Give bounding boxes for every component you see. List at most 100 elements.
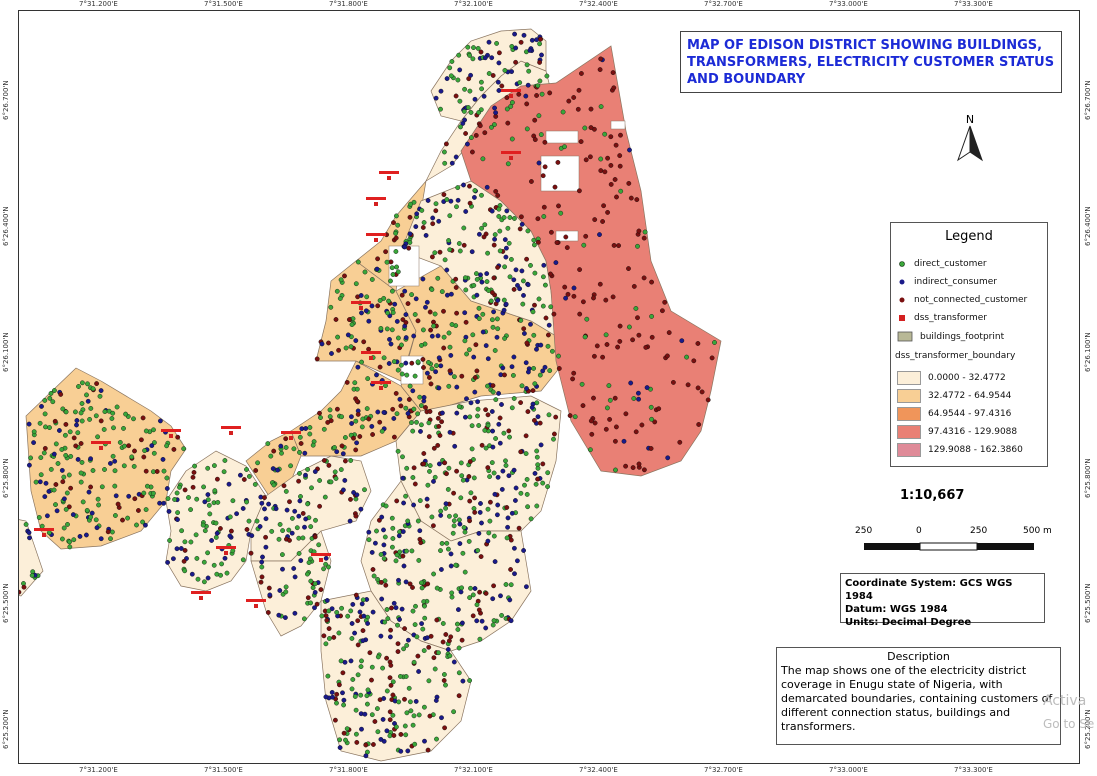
customer-point [489,55,495,61]
customer-point [54,508,60,514]
customer-point [111,425,116,431]
x-grid-label: 7°33.300'E [954,766,993,774]
customer-point [490,383,496,388]
customer-point [495,502,501,508]
customer-point [439,289,445,294]
customer-point [433,369,438,375]
customer-point [648,404,654,410]
y-grid-label: 6°25.500'N [2,583,10,623]
dss-transformer-marker [99,446,103,450]
customer-point [461,182,466,188]
customer-point [435,275,441,281]
coordinate-system: Coordinate System: GCS WGS 1984 [845,578,1013,602]
customer-point [377,298,383,303]
customer-point [354,398,360,404]
customer-point [271,482,277,488]
customer-point [391,733,397,738]
customer-point [474,602,480,608]
customer-point [350,602,356,607]
customer-point [424,635,430,641]
customer-point [126,493,132,499]
customer-point [541,204,547,210]
customer-point [246,473,252,479]
legend-label: 32.4772 - 64.9544 [928,391,1012,401]
customer-point [64,490,70,496]
customer-point [415,653,421,659]
customer-point [227,533,233,539]
customer-point [605,405,610,411]
customer-point [438,548,443,553]
customer-point [44,513,50,519]
customer-point [84,507,90,513]
customer-point [435,415,441,421]
customer-point [546,322,552,328]
customer-point [509,405,515,411]
customer-point [370,742,376,747]
customer-point [300,510,306,516]
customer-point [398,403,404,409]
dss-transformer-marker [374,238,378,242]
customer-point [46,488,52,494]
legend-label: 129.9088 - 162.3860 [928,445,1023,455]
customer-point [451,709,456,715]
customer-point [442,725,447,731]
customer-point [348,458,354,463]
customer-point [336,630,342,636]
customer-point [656,406,662,412]
customer-point [479,279,485,285]
customer-point [399,342,404,348]
customer-point [321,633,327,639]
customer-point [476,305,482,311]
customer-point [511,286,517,292]
customer-point [310,585,316,591]
customer-point [390,310,396,315]
customer-point [384,259,390,265]
customer-point [454,310,459,316]
customer-point [112,458,118,464]
customer-point [695,385,701,391]
customer-point [406,685,412,691]
customer-point [427,713,433,719]
customer-point [534,503,540,509]
customer-point [525,504,530,510]
customer-point [417,498,423,503]
customer-point [581,242,587,248]
customer-point [296,478,301,484]
customer-point [433,698,439,703]
customer-point [623,463,628,469]
customer-point [369,550,375,555]
customer-point [375,256,380,262]
customer-point [365,687,371,693]
customer-point [60,479,66,485]
customer-point [79,459,85,465]
customer-point [244,467,249,472]
customer-point [136,508,141,513]
customer-point [501,430,507,436]
customer-point [425,198,431,203]
customer-point [366,416,372,422]
customer-point [422,603,427,609]
transformer-label [161,429,181,432]
customer-point [633,306,639,311]
x-grid-label: 7°33.300'E [954,0,993,8]
customer-point [634,197,640,203]
building-footprint [610,120,626,130]
customer-point [494,512,500,518]
customer-point [473,133,479,138]
customer-point [141,490,147,496]
customer-point [491,618,497,623]
customer-point [607,416,612,422]
customer-point [504,95,510,101]
description-text: The map shows one of the electricity dis… [781,664,1053,733]
customer-point [276,536,282,542]
customer-point [354,740,360,745]
customer-point [608,162,614,168]
customer-point [446,465,452,471]
customer-point [262,495,267,500]
customer-point [63,432,68,438]
customer-point [374,528,379,534]
customer-point [579,71,584,76]
customer-point [181,558,187,564]
customer-point [459,637,465,643]
customer-point [448,563,454,569]
